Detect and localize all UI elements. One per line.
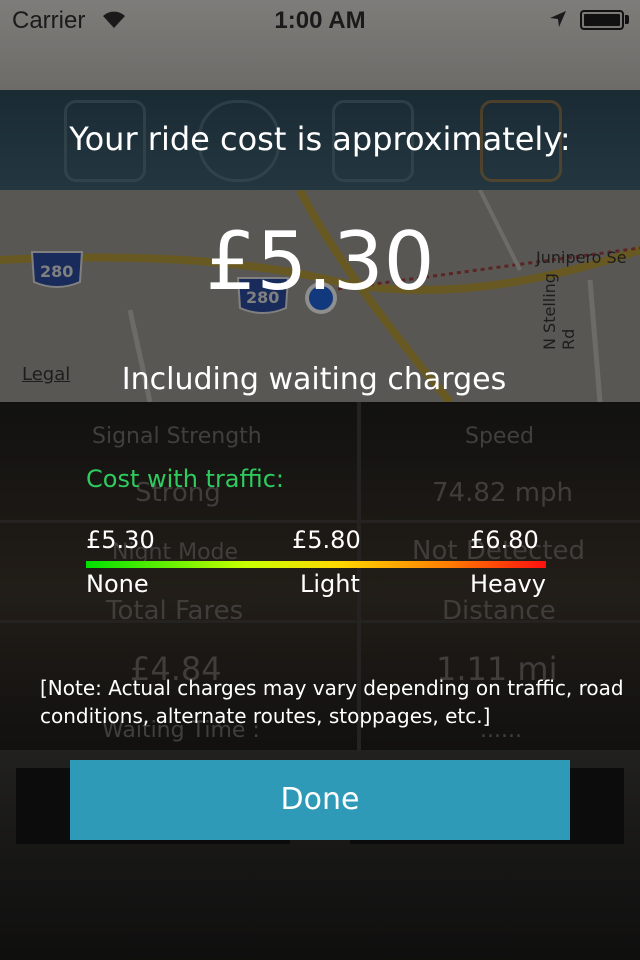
traffic-level-heavy: Heavy [470,570,546,598]
battery-tip [625,15,629,24]
traffic-level-light: Light [300,570,360,598]
status-time: 1:00 AM [274,7,366,34]
traffic-cost-heading: Cost with traffic: [86,465,284,493]
battery-icon [580,10,624,30]
done-button[interactable]: Done [70,760,570,840]
location-arrow-icon [548,9,568,35]
dialog-subtitle: Including waiting charges [121,362,507,397]
disclaimer-note: [Note: Actual charges may vary depending… [40,676,624,728]
traffic-gradient-bar [86,561,546,568]
traffic-price-none: £5.30 [86,526,155,554]
traffic-level-none: None [86,570,149,598]
status-bar: Carrier 1:00 AM [0,0,640,40]
dialog-title: Your ride cost is approximately: [69,120,571,158]
traffic-price-light: £5.80 [292,526,361,554]
screen: 280 280 Junipero Se N Stelling Rd Legal … [0,0,640,960]
estimated-price: £5.30 [205,215,435,308]
traffic-price-heavy: £6.80 [470,526,539,554]
